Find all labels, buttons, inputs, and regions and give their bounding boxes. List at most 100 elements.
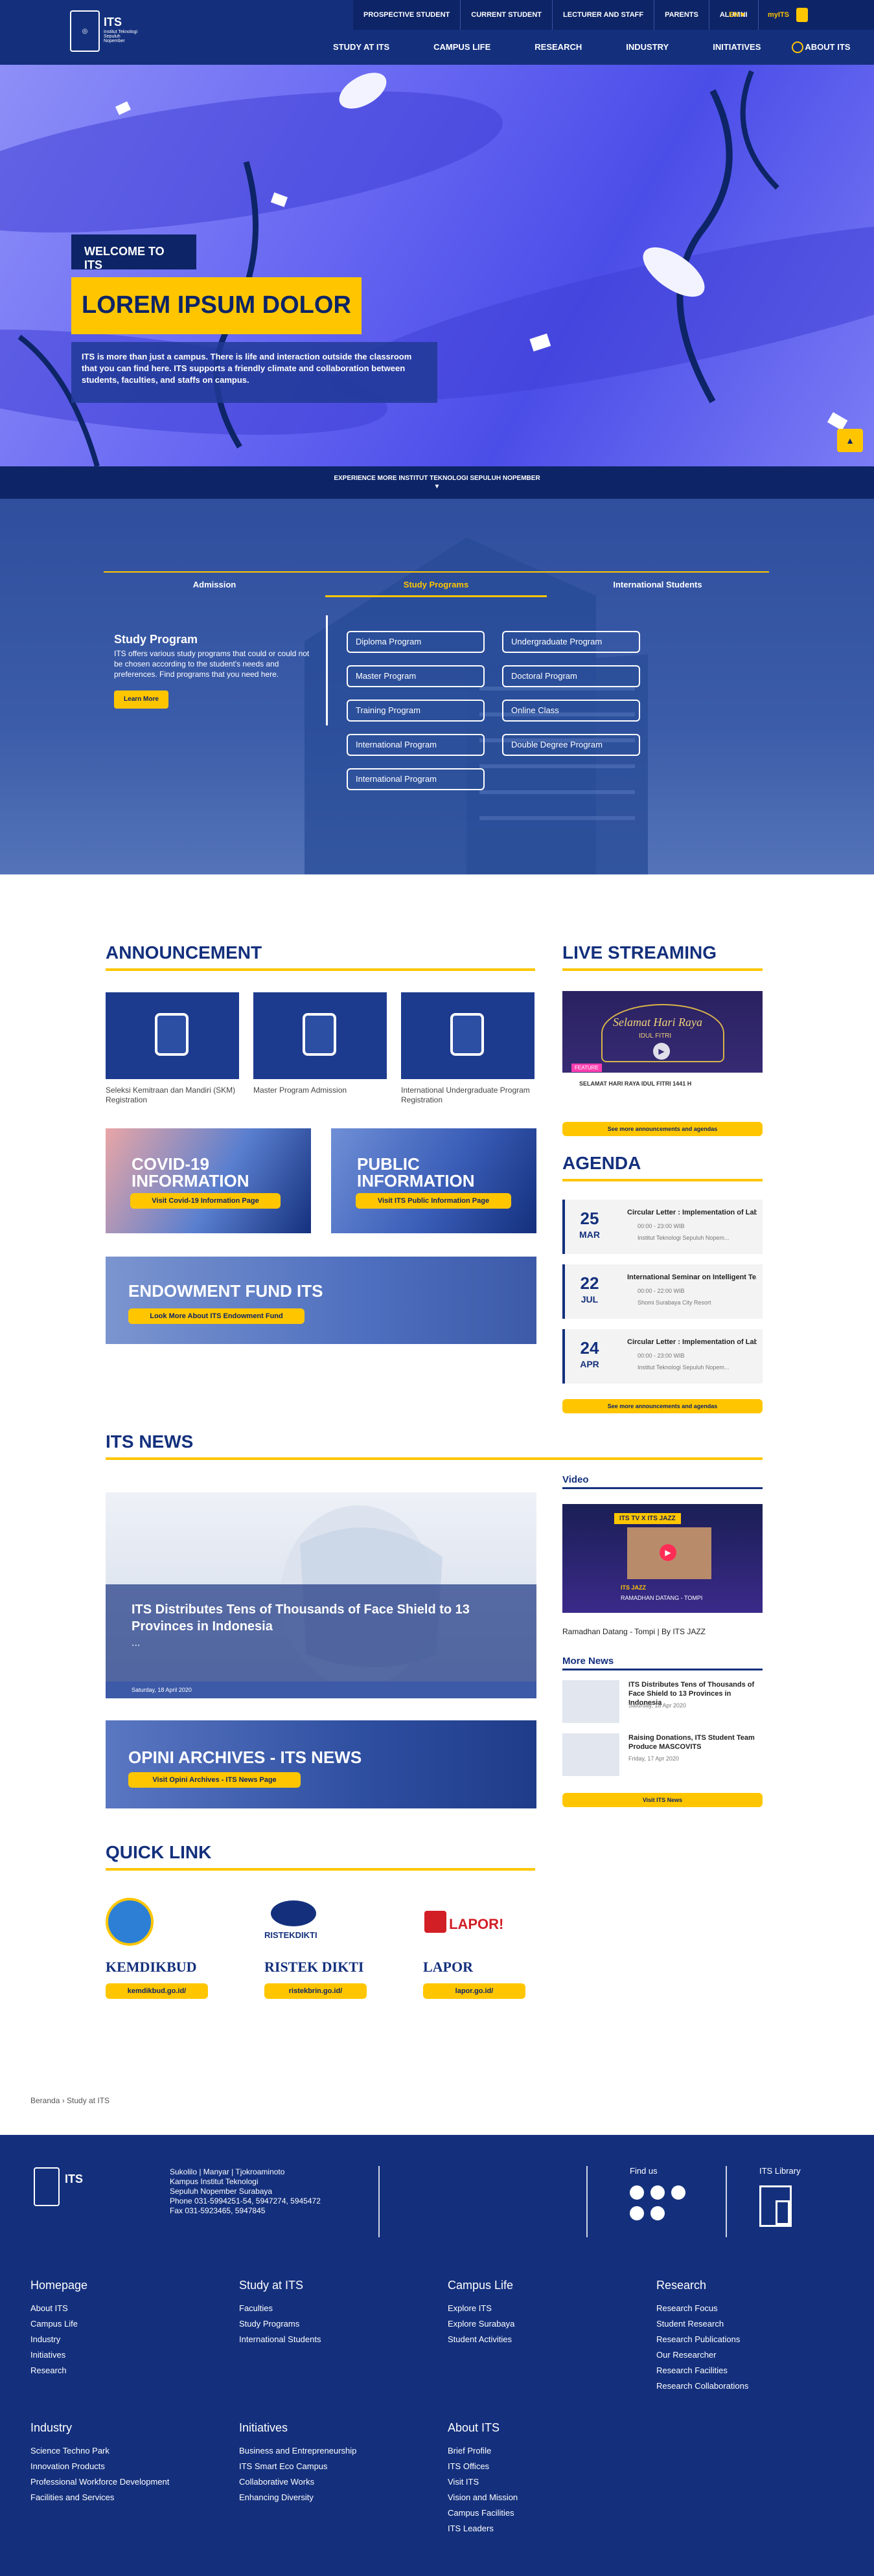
see-more-announcements-button[interactable]: See more announcements and agendas — [562, 1122, 763, 1136]
footer-link[interactable]: International Students — [239, 2332, 321, 2347]
program-button-2[interactable]: Master Program — [347, 665, 485, 687]
footer-link[interactable]: Faculties — [239, 2301, 273, 2316]
video-caption[interactable]: Ramadhan Datang - Tompi | By ITS JAZZ — [562, 1627, 706, 1636]
learn-more-button[interactable]: Learn More — [114, 690, 168, 709]
footer-link[interactable]: Our Researcher — [656, 2347, 716, 2363]
breadcrumb[interactable]: Beranda › Study at ITS — [30, 2096, 109, 2105]
footer-link[interactable]: ITS Leaders — [448, 2521, 494, 2536]
footer-link[interactable]: Visit ITS — [448, 2474, 479, 2490]
quick-link-logo-2[interactable]: LAPOR! — [423, 1898, 527, 1950]
program-button-6[interactable]: International Program — [347, 734, 485, 756]
footer-link[interactable]: Campus Life — [30, 2316, 78, 2332]
footer-link[interactable]: ITS Offices — [448, 2459, 489, 2474]
myits-link[interactable]: myITS — [768, 0, 789, 30]
top-link-1[interactable]: CURRENT STUDENT — [461, 0, 553, 30]
endowment-card[interactable]: ENDOWMENT FUND ITS Look More About ITS E… — [106, 1257, 536, 1344]
top-link-0[interactable]: PROSPECTIVE STUDENT — [353, 0, 461, 30]
library-label[interactable]: ITS Library — [759, 2166, 801, 2176]
footer-link[interactable]: ITS Smart Eco Campus — [239, 2459, 328, 2474]
footer-heading-0[interactable]: Homepage — [30, 2279, 87, 2292]
language-selector[interactable]: EN ▾ — [729, 0, 744, 30]
more-news-thumb[interactable] — [562, 1733, 619, 1776]
search-icon[interactable] — [792, 41, 803, 53]
footer-link[interactable]: About ITS — [30, 2301, 68, 2316]
program-button-1[interactable]: Undergraduate Program — [502, 631, 640, 653]
program-button-7[interactable]: Double Degree Program — [502, 734, 640, 756]
quick-link-logo-1[interactable]: RISTEKDIKTI — [264, 1898, 368, 1950]
news-headline[interactable]: ITS Distributes Tens of Thousands of Fac… — [132, 1601, 514, 1635]
program-button-8[interactable]: International Program — [347, 768, 485, 790]
footer-heading-2[interactable]: Campus Life — [448, 2279, 513, 2292]
footer-link[interactable]: Explore Surabaya — [448, 2316, 514, 2332]
top-link-3[interactable]: PARENTS — [654, 0, 709, 30]
footer-heading-5[interactable]: Initiatives — [239, 2421, 288, 2435]
announcement-label-1[interactable]: Master Program Admission — [253, 1086, 387, 1095]
endowment-button[interactable]: Look More About ITS Endowment Fund — [128, 1308, 305, 1324]
covid-page-button[interactable]: Visit Covid-19 Information Page — [130, 1193, 281, 1209]
footer-link[interactable]: Student Research — [656, 2316, 724, 2332]
video-thumbnail[interactable]: ITS TV X ITS JAZZ ▶ ITS JAZZ RAMADHAN DA… — [562, 1504, 763, 1613]
footer-link[interactable]: Science Techno Park — [30, 2443, 109, 2459]
footer-link[interactable]: Initiatives — [30, 2347, 65, 2363]
footer-heading-6[interactable]: About ITS — [448, 2421, 500, 2435]
facebook-icon[interactable] — [671, 2185, 685, 2200]
footer-link[interactable]: Innovation Products — [30, 2459, 105, 2474]
quick-link-url-0[interactable]: kemdikbud.go.id/ — [106, 1983, 208, 1999]
footer-link[interactable]: Research — [30, 2363, 67, 2378]
announcement-label-0[interactable]: Seleksi Kemitraan dan Mandiri (SKM) Regi… — [106, 1086, 239, 1105]
more-news-thumb[interactable] — [562, 1680, 619, 1723]
footer-logo-text[interactable]: ITS — [65, 2172, 83, 2186]
program-button-3[interactable]: Doctoral Program — [502, 665, 640, 687]
agenda-title[interactable]: Circular Letter : Implementation of Lab.… — [627, 1338, 757, 1346]
footer-link[interactable]: Brief Profile — [448, 2443, 491, 2459]
main-menu-item-0[interactable]: STUDY AT ITS — [333, 42, 389, 52]
agenda-title[interactable]: Circular Letter : Implementation of Lab.… — [627, 1209, 757, 1216]
footer-link[interactable]: Study Programs — [239, 2316, 299, 2332]
opini-button[interactable]: Visit Opini Archives - ITS News Page — [128, 1772, 301, 1788]
instagram-icon[interactable] — [650, 2185, 665, 2200]
program-tab-1[interactable]: Study Programs — [325, 575, 547, 597]
agenda-item-1[interactable]: 22 JUL International Seminar on Intelligen… — [562, 1264, 763, 1319]
agenda-title[interactable]: International Seminar on Intelligent Te.… — [627, 1273, 757, 1281]
footer-heading-4[interactable]: Industry — [30, 2421, 72, 2435]
public-info-card[interactable]: PUBLIC INFORMATION Visit ITS Public Info… — [331, 1128, 536, 1233]
footer-link[interactable]: Research Facilities — [656, 2363, 728, 2378]
program-button-5[interactable]: Online Class — [502, 700, 640, 722]
footer-link[interactable]: Business and Entrepreneurship — [239, 2443, 356, 2459]
main-menu-item-3[interactable]: INDUSTRY — [626, 42, 669, 52]
hero-band[interactable]: EXPERIENCE MORE INSTITUT TEKNOLOGI SEPUL… — [0, 466, 874, 499]
announcement-label-2[interactable]: International Undergraduate Program Regi… — [401, 1086, 535, 1105]
announcement-card-0[interactable] — [106, 992, 239, 1079]
scroll-up-icon[interactable]: ▲ — [837, 429, 863, 452]
footer-link[interactable]: Research Focus — [656, 2301, 718, 2316]
program-button-4[interactable]: Training Program — [347, 700, 485, 722]
agenda-see-more-button[interactable]: See more announcements and agendas — [562, 1399, 763, 1413]
announcement-card-1[interactable] — [253, 992, 387, 1079]
footer-link[interactable]: Student Activities — [448, 2332, 512, 2347]
program-tab-2[interactable]: International Students — [547, 575, 768, 597]
quick-link-name-0[interactable]: KEMDIKBUD — [106, 1959, 197, 1976]
quick-link-logo-0[interactable] — [106, 1898, 209, 1950]
footer-link[interactable]: Campus Facilities — [448, 2505, 514, 2521]
main-menu-item-5[interactable]: ABOUT ITS — [805, 42, 850, 52]
podcast-icon[interactable] — [650, 2206, 665, 2220]
footer-heading-1[interactable]: Study at ITS — [239, 2279, 303, 2292]
footer-link[interactable]: Collaborative Works — [239, 2474, 314, 2490]
footer-heading-3[interactable]: Research — [656, 2279, 706, 2292]
program-button-0[interactable]: Diploma Program — [347, 631, 485, 653]
main-menu-item-4[interactable]: INITIATIVES — [713, 42, 761, 52]
news-headline-card[interactable]: ITS Distributes Tens of Thousands of Fac… — [106, 1492, 536, 1698]
public-info-button[interactable]: Visit ITS Public Information Page — [356, 1193, 511, 1209]
youtube-icon[interactable] — [630, 2185, 644, 2200]
quick-link-url-2[interactable]: lapor.go.id/ — [423, 1983, 525, 1999]
footer-link[interactable]: Vision and Mission — [448, 2490, 518, 2505]
footer-link[interactable]: Enhancing Diversity — [239, 2490, 314, 2505]
agenda-item-2[interactable]: 24 APR Circular Letter : Implementation of… — [562, 1329, 763, 1384]
play-icon[interactable]: ▶ — [653, 1043, 670, 1060]
main-menu-item-1[interactable]: CAMPUS LIFE — [433, 42, 490, 52]
footer-link[interactable]: Professional Workforce Development — [30, 2474, 169, 2490]
footer-link[interactable]: Research Publications — [656, 2332, 740, 2347]
footer-link[interactable]: Research Collaborations — [656, 2378, 748, 2394]
announcement-card-2[interactable] — [401, 992, 535, 1079]
user-icon[interactable] — [796, 8, 808, 22]
